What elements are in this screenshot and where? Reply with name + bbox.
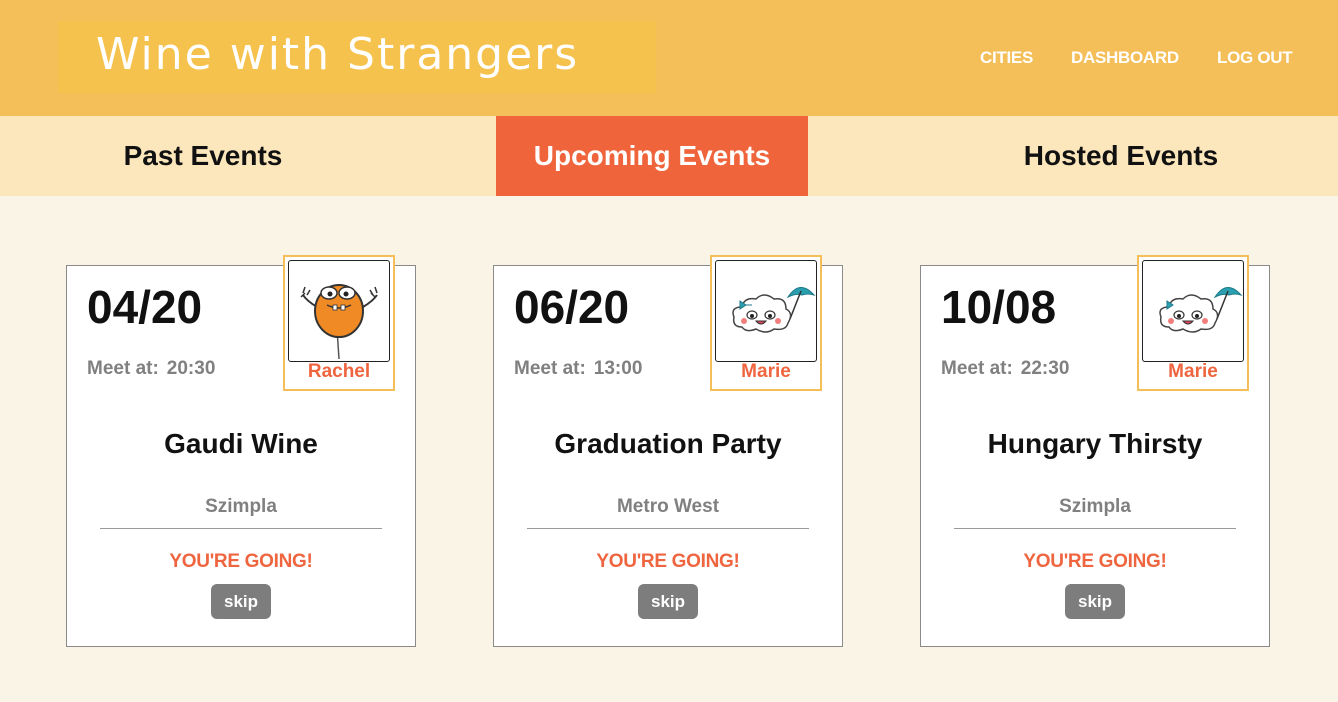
host-badge[interactable]: Marie [710, 255, 822, 391]
skip-button[interactable]: skip [638, 584, 698, 619]
event-date: 10/08 [941, 281, 1057, 333]
tab-hosted-events[interactable]: Hosted Events [996, 116, 1246, 196]
meet-time-value: 22:30 [1020, 358, 1070, 379]
divider [100, 528, 382, 529]
event-card: 10/08 Meet at: 22:30 Marie Hungary Thirst… [920, 255, 1270, 647]
nav-dashboard-link[interactable]: DASHBOARD [1071, 48, 1179, 68]
meet-time: Meet at: 22:30 [941, 358, 1069, 380]
status-badge: YOU'RE GOING! [169, 551, 313, 572]
event-card: 04/20 Meet at: 20:30 Rachel Gaudi Wine S… [66, 255, 416, 647]
meet-label: Meet at: [941, 358, 1013, 379]
logo[interactable]: Wine with Strangers [58, 21, 656, 93]
host-name[interactable]: Marie [712, 361, 820, 383]
status-badge: YOU'RE GOING! [596, 551, 740, 572]
host-badge[interactable]: Rachel [283, 255, 395, 391]
meet-time-value: 13:00 [593, 358, 643, 379]
host-badge[interactable]: Marie [1137, 255, 1249, 391]
tab-past-events[interactable]: Past Events [78, 116, 328, 196]
event-venue: Metro West [616, 496, 720, 517]
event-card: 06/20 Meet at: 13:00 Marie Graduation Par… [493, 255, 843, 647]
tab-upcoming-events[interactable]: Upcoming Events [496, 116, 808, 196]
meet-time: Meet at: 20:30 [87, 358, 215, 380]
app-title: Wine with Strangers [96, 29, 580, 80]
divider [954, 528, 1236, 529]
event-name: Hungary Thirsty [987, 428, 1203, 459]
event-name: Gaudi Wine [164, 428, 318, 459]
nav-logout-link[interactable]: LOG OUT [1217, 48, 1293, 68]
event-name: Graduation Party [554, 428, 782, 459]
divider [527, 528, 809, 529]
meet-label: Meet at: [514, 358, 586, 379]
skip-button[interactable]: skip [211, 584, 271, 619]
orange-monster-icon [288, 260, 390, 362]
cloud-umbrella-icon [1142, 260, 1244, 362]
host-name[interactable]: Marie [1139, 361, 1247, 383]
event-venue: Szimpla [205, 496, 277, 517]
skip-button[interactable]: skip [1065, 584, 1125, 619]
event-tabs: Past Events Upcoming Events Hosted Event… [0, 116, 1338, 196]
meet-time: Meet at: 13:00 [514, 358, 642, 380]
nav-cities-link[interactable]: CITIES [980, 48, 1033, 68]
event-date: 04/20 [87, 281, 203, 333]
event-venue: Szimpla [1059, 496, 1131, 517]
meet-time-value: 20:30 [166, 358, 216, 379]
meet-label: Meet at: [87, 358, 159, 379]
status-badge: YOU'RE GOING! [1023, 551, 1167, 572]
site-header: Wine with Strangers CITIES DASHBOARD LOG… [0, 0, 1338, 116]
cloud-umbrella-icon [715, 260, 817, 362]
host-name[interactable]: Rachel [285, 361, 393, 383]
event-date: 06/20 [514, 281, 630, 333]
